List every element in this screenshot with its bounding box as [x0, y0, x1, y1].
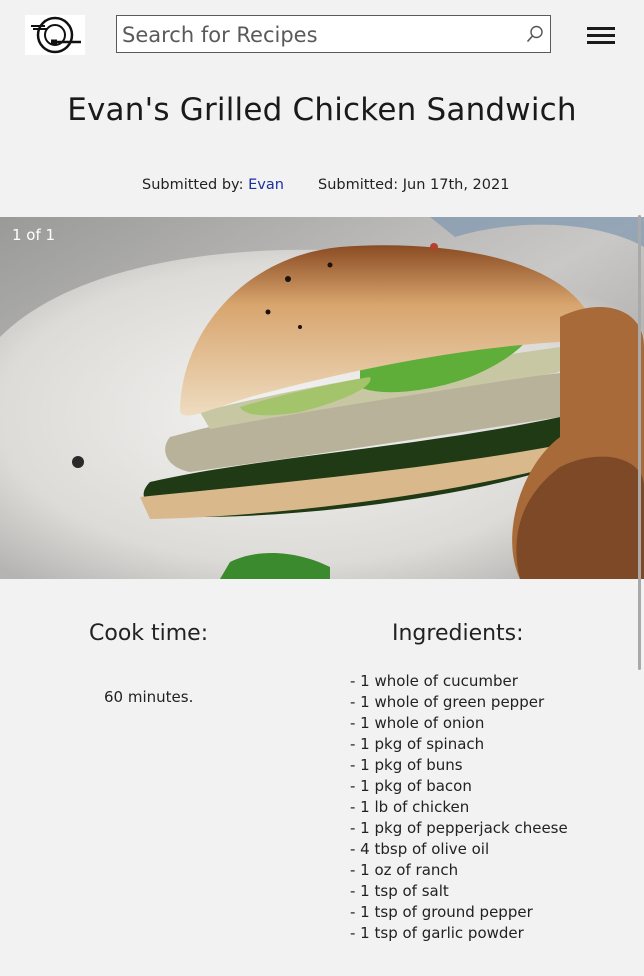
top-bar	[0, 0, 644, 70]
photo-counter: 1 of 1	[12, 226, 56, 244]
cook-time-heading: Cook time:	[89, 621, 209, 646]
submitted-date: Submitted: Jun 17th, 2021	[318, 177, 510, 193]
ingredient-item: - 1 lb of chicken	[350, 798, 470, 816]
search-bar[interactable]	[116, 15, 551, 53]
recipe-photo[interactable]	[0, 217, 644, 579]
ingredient-item: - 1 tsp of ground pepper	[350, 903, 533, 921]
submitted-by: Submitted by: Evan	[142, 177, 284, 193]
ingredient-item: - 1 whole of onion	[350, 714, 485, 732]
ingredient-item: - 1 whole of cucumber	[350, 672, 518, 690]
ingredient-item: - 1 pkg of pepperjack cheese	[350, 819, 568, 837]
page-scrollbar[interactable]	[638, 0, 644, 976]
ingredient-item: - 1 pkg of spinach	[350, 735, 485, 753]
ingredient-item: - 1 whole of green pepper	[350, 693, 545, 711]
recipe-title: Evan's Grilled Chicken Sandwich	[67, 92, 577, 128]
author-link[interactable]: Evan	[248, 177, 284, 193]
ingredient-item: - 1 pkg of bacon	[350, 777, 472, 795]
ingredient-item: - 1 tsp of salt	[350, 882, 449, 900]
ingredient-item: - 1 oz of ranch	[350, 861, 459, 879]
scrollbar-thumb[interactable]	[638, 215, 641, 670]
ingredients-list: - 1 whole of cucumber - 1 whole of green…	[350, 671, 568, 944]
search-input[interactable]	[120, 18, 524, 52]
ingredients-heading: Ingredients:	[392, 621, 524, 646]
ingredient-item: - 4 tbsp of olive oil	[350, 840, 490, 858]
cook-time-value: 60 minutes.	[104, 688, 194, 706]
ingredient-item: - 1 tsp of garlic powder	[350, 924, 524, 942]
search-icon[interactable]	[526, 25, 544, 43]
hamburger-menu-icon[interactable]	[587, 24, 615, 46]
ingredient-item: - 1 pkg of buns	[350, 756, 463, 774]
recipe-meta: Submitted by: Evan Submitted: Jun 17th, …	[0, 177, 644, 199]
submitted-by-label: Submitted by:	[142, 177, 249, 193]
plate-fork-logo-icon[interactable]	[25, 15, 85, 55]
